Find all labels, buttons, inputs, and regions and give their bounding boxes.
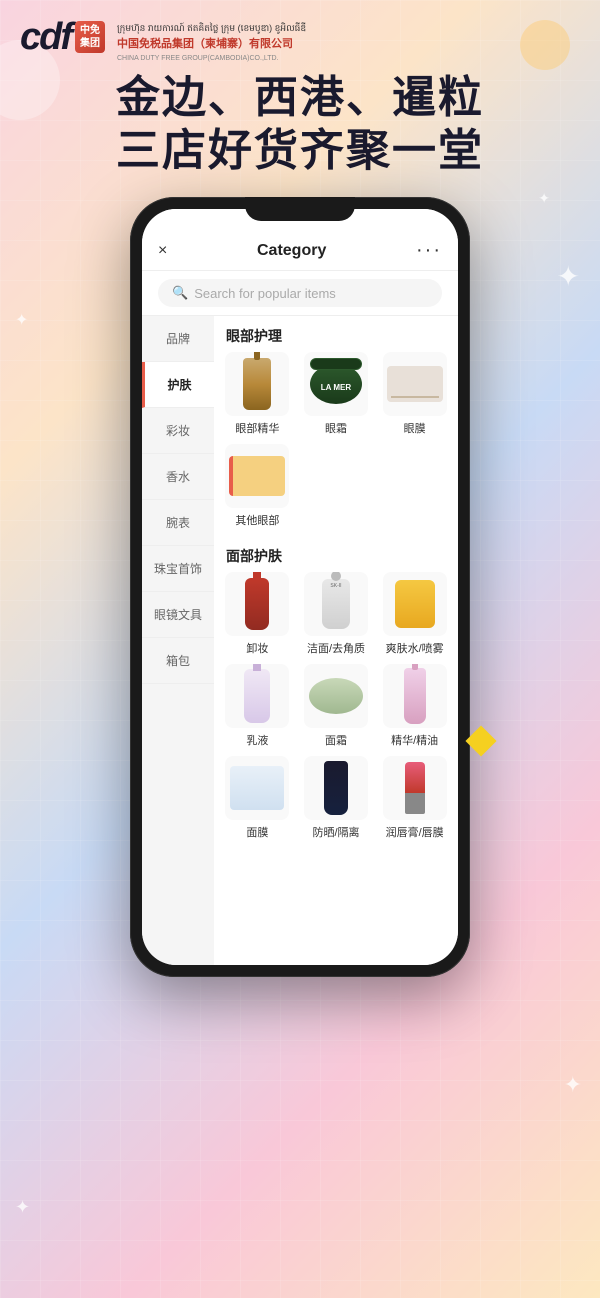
search-input[interactable]: Search for popular items	[194, 286, 336, 301]
section-title-face: 面部护肤	[222, 536, 450, 572]
product-img-essence	[383, 664, 447, 728]
sidebar: 品牌 护肤 彩妆 香水 腕表 珠宝首饰	[142, 316, 214, 965]
cdf-text: cdf	[20, 18, 71, 56]
product-label-face-mask: 面膜	[246, 824, 268, 840]
star-deco-4: ✦	[15, 1197, 30, 1218]
product-img-face-mask	[225, 756, 289, 820]
sidebar-item-caizhuang[interactable]: 彩妆	[142, 408, 214, 454]
product-label-lotion: 乳液	[246, 732, 268, 748]
section-title-eye: 眼部护理	[222, 316, 450, 352]
sidebar-item-pinpai[interactable]: 品牌	[142, 316, 214, 362]
star-deco-5: ✦	[564, 1072, 582, 1098]
product-makeup-remover[interactable]: 卸妆	[222, 572, 293, 656]
phone-wrapper: × Category ··· 🔍 Search for popular item…	[0, 197, 600, 977]
product-lip[interactable]: 润唇膏/唇膜	[379, 756, 450, 840]
eye-mask-illustration	[387, 366, 443, 402]
product-img-eye-serum	[225, 352, 289, 416]
phone-outer: × Category ··· 🔍 Search for popular item…	[130, 197, 470, 977]
sunscreen-illustration	[324, 761, 348, 815]
product-img-makeup-remover	[225, 572, 289, 636]
product-img-face-cream	[304, 664, 368, 728]
product-label-toner: 爽肤水/喷雾	[386, 640, 444, 656]
eye-cream-lid	[310, 358, 362, 370]
product-cleanser[interactable]: SK-II 洁面/去角质	[301, 572, 372, 656]
product-essence[interactable]: 精华/精油	[379, 664, 450, 748]
page-title: Category	[257, 242, 326, 260]
company-name-cn: 中国免税品集团（柬埔寨）有限公司	[117, 37, 306, 52]
essence-illustration	[404, 668, 426, 724]
makeup-remover-illustration	[245, 578, 269, 630]
product-lotion[interactable]: 乳液	[222, 664, 293, 748]
product-label-eye-serum: 眼部精华	[235, 420, 279, 436]
product-img-sunscreen	[304, 756, 368, 820]
eye-cream-illustration: LA MER	[310, 364, 362, 404]
product-eye-mask[interactable]: 眼膜	[379, 352, 450, 436]
search-bar: 🔍 Search for popular items	[142, 271, 458, 316]
product-label-other-eye: 其他眼部	[235, 512, 279, 528]
product-face-mask[interactable]: 面膜	[222, 756, 293, 840]
phone-notch	[245, 197, 355, 221]
yellow-diamond-deco	[470, 730, 492, 752]
product-face-cream[interactable]: 面霜	[301, 664, 372, 748]
sidebar-item-xiangshui[interactable]: 香水	[142, 454, 214, 500]
product-img-other-eye	[225, 444, 289, 508]
product-label-essence: 精华/精油	[391, 732, 438, 748]
product-label-lip: 润唇膏/唇膜	[386, 824, 444, 840]
product-eye-serum[interactable]: 眼部精华	[222, 352, 293, 436]
main-product-area: 眼部护理 眼部精华	[214, 316, 458, 965]
cdf-logo: cdf 中免 集团	[20, 18, 105, 56]
sidebar-item-yanjing[interactable]: 眼镜文具	[142, 592, 214, 638]
product-img-cleanser: SK-II	[304, 572, 368, 636]
eye-product-grid: 眼部精华 LA MER 眼霜	[222, 352, 450, 536]
banner: cdf 中免 集团 ក្រុមហ៊ុន រាយការណ៍ ឥតគិតថ្លៃ ក…	[0, 0, 600, 187]
other-eye-illustration	[229, 456, 285, 496]
product-img-toner	[383, 572, 447, 636]
sidebar-item-hufu[interactable]: 护肤	[142, 362, 214, 408]
sidebar-item-xiangbao[interactable]: 箱包	[142, 638, 214, 684]
product-label-eye-cream: 眼霜	[325, 420, 347, 436]
face-mask-illustration	[230, 766, 284, 810]
close-button[interactable]: ×	[158, 242, 167, 260]
cleanser-illustration: SK-II	[322, 579, 350, 629]
product-label-makeup-remover: 卸妆	[246, 640, 268, 656]
phone-screen: × Category ··· 🔍 Search for popular item…	[142, 209, 458, 965]
sidebar-item-wanbiao[interactable]: 腕表	[142, 500, 214, 546]
banner-headline: 金边、西港、暹粒 三店好货齐聚一堂	[20, 72, 580, 178]
banner-text-right: ក្រុមហ៊ុន រាយការណ៍ ឥតគិតថ្លៃ ក្រុម (ខេមប…	[117, 18, 306, 64]
product-label-cleanser: 洁面/去角质	[307, 640, 365, 656]
eye-serum-illustration	[243, 358, 271, 410]
app-content: 品牌 护肤 彩妆 香水 腕表 珠宝首饰	[142, 316, 458, 965]
sidebar-item-zhubao[interactable]: 珠宝首饰	[142, 546, 214, 592]
banner-top: cdf 中免 集团 ក្រុមហ៊ុន រាយការណ៍ ឥតគិតថ្លៃ ក…	[20, 18, 580, 64]
product-img-eye-mask	[383, 352, 447, 416]
more-button[interactable]: ···	[416, 239, 442, 262]
khmer-text: ក្រុមហ៊ុន រាយការណ៍ ឥតគិតថ្លៃ ក្រុម (ខេមប…	[117, 22, 306, 35]
search-input-wrap[interactable]: 🔍 Search for popular items	[158, 279, 442, 307]
cdf-badge: 中免 集团	[75, 21, 105, 53]
product-label-face-cream: 面霜	[325, 732, 347, 748]
face-cream-illustration	[309, 678, 363, 714]
product-img-eye-cream: LA MER	[304, 352, 368, 416]
product-img-lotion	[225, 664, 289, 728]
face-product-grid: 卸妆 SK-II 洁面/去角质	[222, 572, 450, 848]
product-toner[interactable]: 爽肤水/喷雾	[379, 572, 450, 656]
lotion-illustration	[244, 669, 270, 723]
lip-illustration	[405, 762, 425, 814]
search-icon: 🔍	[172, 285, 188, 301]
product-sunscreen[interactable]: 防晒/隔离	[301, 756, 372, 840]
toner-illustration	[395, 580, 435, 628]
product-label-eye-mask: 眼膜	[404, 420, 426, 436]
company-name-en: CHINA DUTY FREE GROUP(CAMBODIA)CO.,LTD.	[117, 54, 306, 64]
product-other-eye[interactable]: 其他眼部	[222, 444, 293, 528]
product-eye-cream[interactable]: LA MER 眼霜	[301, 352, 372, 436]
product-img-lip	[383, 756, 447, 820]
product-label-sunscreen: 防晒/隔离	[312, 824, 359, 840]
